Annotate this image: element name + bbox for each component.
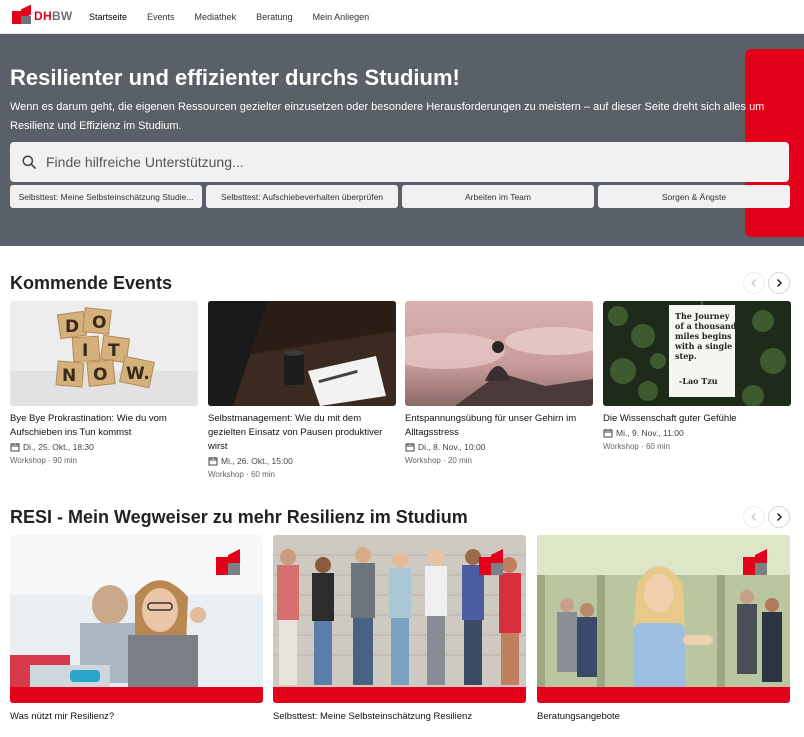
event-meta: Workshop · 90 min: [10, 456, 77, 465]
event-date: Di., 8. Nov., 10:00: [405, 440, 593, 454]
event-image-desk: [208, 301, 396, 406]
event-date: Di., 25. Okt., 18:30: [10, 440, 198, 454]
svg-text:N: N: [62, 366, 76, 386]
calendar-icon: [405, 443, 415, 452]
resi-title: Selbsttest: Meine Selbsteinschätzung Res…: [273, 711, 473, 722]
event-title: Die Wissenschaft guter Gefühle: [603, 413, 737, 424]
event-image-quote: The Journey of a thousand miles begins w…: [603, 301, 791, 406]
resi-prev-button[interactable]: [743, 506, 765, 528]
resi-card-red-band: [537, 687, 790, 703]
chip-arbeiten-im-team[interactable]: Arbeiten im Team: [402, 185, 594, 208]
resi-section-title: RESI - Mein Wegweiser zu mehr Resilienz …: [10, 507, 468, 527]
event-card[interactable]: The Journey of a thousand miles begins w…: [603, 301, 791, 454]
nav-link-beratung[interactable]: Beratung: [256, 12, 293, 22]
event-card[interactable]: Entspannungsübung für unser Gehirn im Al…: [405, 301, 593, 468]
quote-line: miles begins: [675, 331, 732, 341]
svg-text:I: I: [82, 341, 88, 361]
search-placeholder: Finde hilfreiche Unterstützung...: [46, 154, 244, 170]
dhbw-mark-icon: [479, 549, 503, 575]
chevron-right-icon: [776, 278, 783, 288]
top-navigation: DHBW Startseite Events Mediathek Beratun…: [0, 0, 804, 34]
hero-subtitle: Wenn es darum geht, die eigenen Ressourc…: [10, 101, 765, 132]
resi-title: Was nützt mir Resilienz?: [10, 711, 115, 722]
dhbw-mark-icon: [216, 549, 240, 575]
event-title: Entspannungsübung für unser Gehirn im Al…: [405, 413, 577, 438]
quote-line: step.: [675, 351, 697, 361]
calendar-icon: [603, 429, 613, 438]
nav-links: Startseite Events Mediathek Beratung Mei…: [89, 0, 389, 34]
chevron-right-icon: [776, 512, 783, 522]
resi-card-red-band: [10, 687, 263, 703]
event-meta: Workshop · 60 min: [208, 470, 275, 479]
svg-text:T: T: [108, 341, 120, 361]
search-input[interactable]: Finde hilfreiche Unterstützung...: [10, 142, 789, 182]
event-meta: Workshop · 20 min: [405, 456, 472, 465]
quick-links: Selbsttest: Meine Selbsteinschätzung Stu…: [10, 185, 790, 208]
resi-image-group: [273, 535, 526, 703]
nav-link-mein-anliegen[interactable]: Mein Anliegen: [313, 12, 370, 22]
event-title: Selbstmanagement: Wie du mit dem gezielt…: [208, 413, 383, 452]
event-date: Mi., 26. Okt., 15:00: [208, 454, 396, 468]
events-next-button[interactable]: [768, 272, 790, 294]
resi-card[interactable]: Selbsttest: Meine Selbsteinschätzung Res…: [273, 535, 526, 722]
nav-link-events[interactable]: Events: [147, 12, 175, 22]
quote-line: The Journey: [675, 311, 730, 321]
svg-text:W.: W.: [126, 364, 150, 384]
dhbw-mark-icon: [743, 549, 767, 575]
chevron-left-icon: [751, 279, 756, 287]
event-image-scrabble: DO IT N O W.: [10, 301, 198, 406]
chip-aufschiebeverhalten[interactable]: Selbsttest: Aufschiebeverhalten überprüf…: [206, 185, 398, 208]
svg-text:O: O: [93, 365, 107, 385]
event-card[interactable]: Selbstmanagement: Wie du mit dem gezielt…: [208, 301, 396, 482]
event-card[interactable]: DO IT N O W. Bye Bye Prokrastination: Wie …: [10, 301, 198, 468]
event-title: Bye Bye Prokrastination: Wie du vom Aufs…: [10, 413, 167, 438]
resi-image-hall: [537, 535, 790, 703]
events-section-title: Kommende Events: [10, 273, 173, 293]
search-icon: [12, 142, 46, 182]
hero-title: Resilienter und effizienter durchs Studi…: [10, 65, 460, 90]
quote-line: of a thousand: [675, 321, 737, 331]
events-prev-button[interactable]: [743, 272, 765, 294]
svg-text:D: D: [65, 317, 79, 337]
calendar-icon: [10, 443, 20, 452]
event-meta: Workshop · 60 min: [603, 442, 670, 451]
chip-selbsttest-studie[interactable]: Selbsttest: Meine Selbsteinschätzung Stu…: [10, 185, 202, 208]
logo-text: DHBW: [34, 9, 73, 23]
chip-sorgen-aengste[interactable]: Sorgen & Ängste: [598, 185, 790, 208]
event-date: Mi., 9. Nov., 11:00: [603, 426, 791, 440]
calendar-icon: [208, 457, 218, 466]
resi-next-button[interactable]: [768, 506, 790, 528]
chevron-left-icon: [751, 513, 756, 521]
svg-text:O: O: [92, 313, 106, 333]
nav-link-startseite[interactable]: Startseite: [89, 12, 127, 22]
resi-title: Beratungsangebote: [537, 711, 620, 722]
resi-card[interactable]: Beratungsangebote: [537, 535, 790, 722]
hero-banner: Resilienter und effizienter durchs Studi…: [0, 34, 804, 246]
quote-line: -Lao Tzu: [679, 376, 718, 386]
dhbw-logo[interactable]: DHBW: [12, 4, 73, 25]
dhbw-logo-mark-icon: [12, 4, 32, 25]
resi-card-red-band: [273, 687, 526, 703]
resi-image-student: [10, 535, 263, 703]
quote-line: with a single: [674, 341, 732, 351]
resi-card[interactable]: Was nützt mir Resilienz?: [10, 535, 263, 722]
nav-link-mediathek[interactable]: Mediathek: [195, 12, 237, 22]
event-image-clouds: [405, 301, 593, 406]
